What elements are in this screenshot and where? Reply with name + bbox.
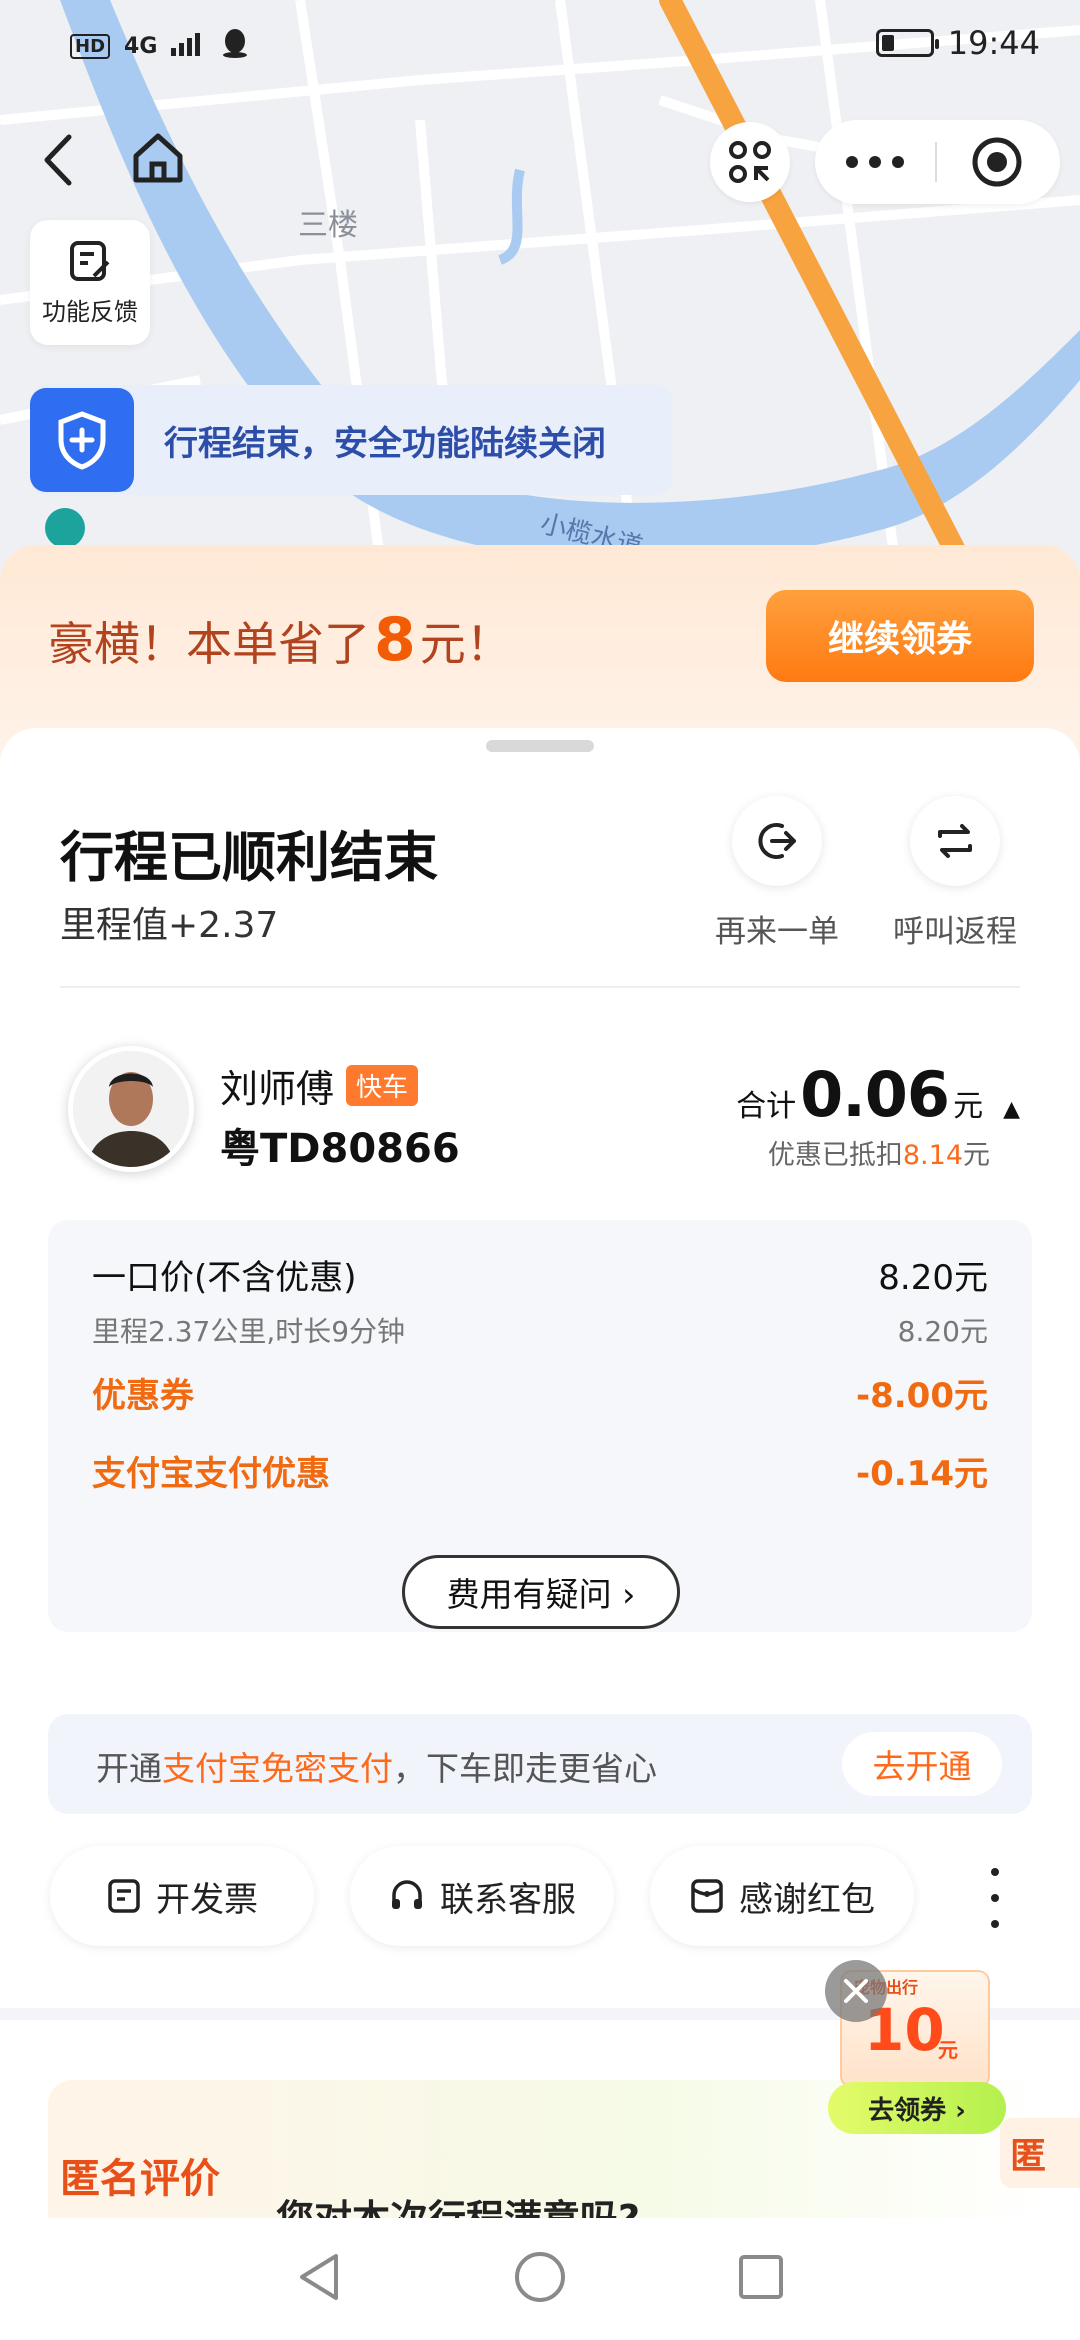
divider	[60, 986, 1020, 988]
qq-icon	[221, 28, 249, 64]
claim-coupon-button[interactable]: 去领券 ›	[828, 2082, 1006, 2134]
close-coupon-button[interactable]	[825, 1960, 887, 2022]
edit-note-icon	[70, 241, 110, 281]
get-coupon-button[interactable]: 继续领券	[766, 590, 1034, 682]
customer-service-label: 联系客服	[440, 1879, 576, 1920]
caret-up-icon: ▲	[1003, 1097, 1020, 1122]
thank-you-label: 感谢红包	[739, 1879, 875, 1920]
pay-prefix: 开通	[96, 1749, 162, 1788]
car-type-badge: 快车	[346, 1065, 419, 1106]
miniapp-capsule	[815, 120, 1060, 204]
discount-amount: 8.14	[902, 1140, 963, 1171]
feedback-button[interactable]: 功能反馈	[30, 220, 150, 345]
safety-notice: 行程结束，安全功能陆续关闭	[30, 385, 672, 495]
discount-prefix: 优惠已抵扣	[767, 1140, 903, 1171]
savings-prefix: 豪横！本单省了	[48, 617, 370, 671]
anonymous-rating-title: 匿名评价	[60, 2156, 220, 2202]
total-unit: 元	[953, 1089, 984, 1124]
system-recents-button[interactable]	[736, 2252, 786, 2306]
savings-suffix: 元！	[419, 617, 512, 671]
pay-suffix: ，下车即走更省心	[393, 1749, 657, 1788]
alipay-discount-value: -0.14元	[856, 1454, 988, 1494]
driver-name: 刘师傅	[220, 1067, 335, 1111]
system-back-button[interactable]	[294, 2250, 344, 2308]
more-dots-icon	[846, 156, 904, 168]
location-pin-icon	[45, 508, 85, 548]
more-actions-button[interactable]	[980, 1868, 1010, 1928]
license-plate: 粤TD80866	[220, 1126, 460, 1172]
side-rating-badge[interactable]: 匿	[1000, 2118, 1080, 2188]
discount-unit: 元	[963, 1140, 990, 1171]
driver-avatar[interactable]	[68, 1046, 194, 1172]
total-amount: 0.06	[800, 1058, 950, 1131]
map-roads	[0, 0, 1080, 600]
safety-text: 行程结束，安全功能陆续关闭	[164, 423, 606, 464]
fixed-price-value: 8.20元	[878, 1258, 988, 1298]
exit-arrow-icon	[758, 823, 796, 859]
circle-home-icon	[514, 2252, 565, 2302]
scan-icon	[729, 141, 771, 183]
mileage-points: 里程值+2.37	[60, 905, 279, 946]
system-home-button[interactable]	[513, 2250, 567, 2308]
network-label: 4G	[124, 33, 158, 59]
back-arrow-icon	[44, 134, 72, 186]
square-recents-icon	[738, 2255, 783, 2299]
close-miniapp-button[interactable]	[937, 120, 1057, 204]
savings-amount: 8	[374, 605, 416, 675]
customer-service-button[interactable]: 联系客服	[350, 1846, 614, 1946]
feedback-label: 功能反馈	[42, 298, 138, 326]
system-navigation-bar	[0, 2218, 1080, 2340]
coupon-value: -8.00元	[856, 1376, 988, 1416]
more-button[interactable]	[815, 120, 935, 204]
map-view[interactable]: 三楼 小榄水道	[0, 0, 1080, 600]
map-label-sanlou: 三楼	[298, 208, 358, 243]
fixed-price-label: 一口价(不含优惠)	[92, 1258, 357, 1298]
coupon-unit: 元	[938, 2038, 958, 2062]
call-return-button[interactable]: 呼叫返程	[880, 796, 1030, 951]
headset-icon	[392, 1880, 422, 1909]
fare-total[interactable]: 合计 0.06 元 ▲ 优惠已抵扣8.14元	[736, 1058, 1020, 1172]
pay-highlight: 支付宝免密支付	[162, 1749, 393, 1788]
fee-breakdown: 一口价(不含优惠) 8.20元 里程2.37公里,时长9分钟 8.20元 优惠券…	[48, 1220, 1032, 1632]
battery-icon	[875, 29, 939, 57]
redpacket-icon	[691, 1879, 723, 1913]
alipay-autopay-promo: 开通支付宝免密支付，下车即走更省心 去开通	[48, 1714, 1032, 1814]
distance-duration-value: 8.20元	[897, 1315, 988, 1348]
call-return-label: 呼叫返程	[893, 914, 1017, 950]
thank-you-redpacket-button[interactable]: 感谢红包	[650, 1846, 914, 1946]
distance-duration-label: 里程2.37公里,时长9分钟	[92, 1315, 406, 1348]
fee-question-button[interactable]: 费用有疑问 ›	[402, 1555, 680, 1629]
target-icon	[972, 137, 1022, 187]
order-again-label: 再来一单	[715, 914, 839, 950]
home-icon	[133, 133, 183, 183]
close-icon	[844, 1979, 868, 2003]
total-label: 合计	[736, 1089, 797, 1124]
alipay-discount-label: 支付宝支付优惠	[92, 1454, 330, 1494]
home-button[interactable]	[130, 130, 190, 190]
back-button[interactable]	[36, 130, 80, 190]
invoice-icon	[108, 1879, 140, 1913]
invoice-button[interactable]: 开发票	[50, 1846, 314, 1946]
enable-autopay-button[interactable]: 去开通	[842, 1732, 1002, 1796]
invoice-label: 开发票	[156, 1879, 258, 1920]
coupon-label: 优惠券	[92, 1376, 194, 1416]
status-bar: HD 4G 19:44	[0, 0, 1080, 90]
clock: 19:44	[947, 24, 1040, 62]
trip-title: 行程已顺利结束	[60, 826, 438, 889]
shield-icon	[30, 388, 134, 492]
hd-icon: HD	[70, 33, 111, 59]
signal-icon	[171, 30, 207, 62]
triangle-back-icon	[300, 2254, 339, 2300]
order-again-button[interactable]: 再来一单	[702, 796, 852, 951]
swap-icon	[938, 824, 972, 858]
scan-button[interactable]	[710, 122, 790, 202]
drag-handle[interactable]	[486, 740, 594, 752]
driver-photo	[73, 1051, 189, 1167]
